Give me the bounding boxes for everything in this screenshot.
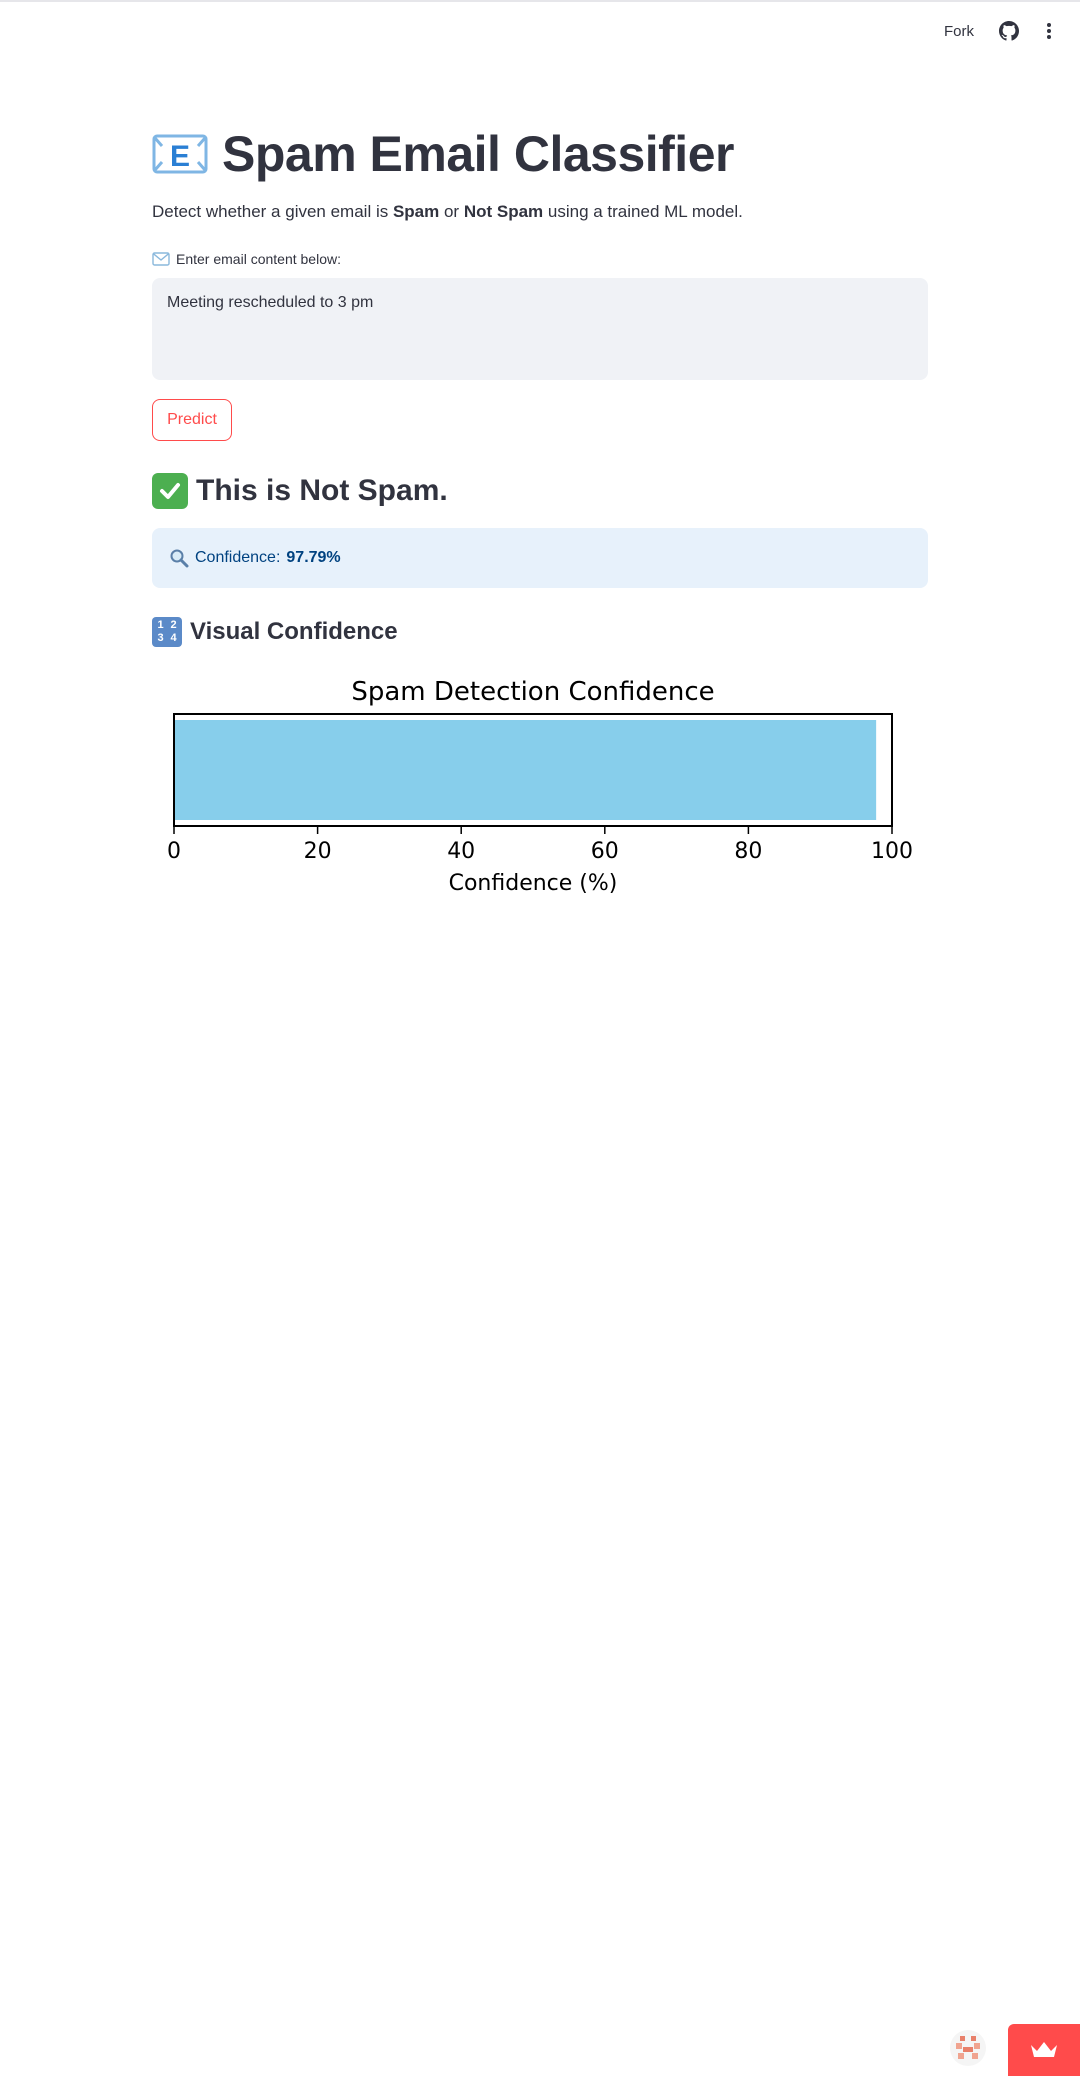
visual-confidence-title: Visual Confidence bbox=[190, 618, 398, 645]
visual-confidence-heading: 1234 Visual Confidence bbox=[152, 614, 398, 650]
top-border bbox=[0, 0, 1080, 2]
svg-text:E: E bbox=[170, 140, 190, 173]
prediction-result: This is Not Spam. bbox=[152, 470, 448, 512]
kebab-menu-icon[interactable] bbox=[1042, 20, 1056, 42]
x-tick-label: 60 bbox=[591, 839, 619, 864]
page-title-row: E Spam Email Classifier bbox=[152, 118, 734, 190]
spam-keyword: Spam bbox=[392, 202, 440, 221]
magnifier-icon bbox=[170, 549, 189, 568]
x-tick-label: 20 bbox=[304, 839, 332, 864]
x-axis-label: Confidence (%) bbox=[449, 871, 618, 896]
app-toolbar: Fork bbox=[944, 18, 1056, 44]
confidence-value: 97.79% bbox=[286, 549, 341, 566]
chart-title: Spam Detection Confidence bbox=[351, 677, 714, 707]
email-input-label-text: Enter email content below: bbox=[176, 251, 341, 267]
page-title: Spam Email Classifier bbox=[222, 126, 734, 182]
confidence-bar-chart: Spam Detection Confidence 0 20 40 60 80 100 Con… bbox=[167, 677, 913, 896]
chart-bar bbox=[174, 720, 877, 820]
envelope-e-icon: E bbox=[152, 134, 208, 174]
x-tick-label: 0 bbox=[167, 839, 181, 864]
x-tick-label: 40 bbox=[447, 839, 475, 864]
not-spam-keyword: Not Spam bbox=[463, 202, 544, 221]
streamlit-avatar-icon[interactable] bbox=[950, 2030, 986, 2066]
x-tick-label: 80 bbox=[734, 839, 762, 864]
github-icon[interactable] bbox=[998, 20, 1020, 42]
x-tick-label: 100 bbox=[871, 839, 913, 864]
confidence-info-box: Confidence: 97.79% bbox=[152, 528, 928, 588]
crown-icon bbox=[1031, 2042, 1057, 2057]
predict-button[interactable]: Predict bbox=[152, 399, 232, 441]
hosted-with-streamlit-badge[interactable] bbox=[1008, 2024, 1080, 2076]
page-description: Detect whether a given email is Spam or … bbox=[152, 202, 743, 221]
envelope-icon bbox=[152, 252, 170, 266]
check-mark-icon bbox=[152, 473, 188, 509]
prediction-result-text: This is Not Spam. bbox=[196, 474, 448, 507]
fork-button[interactable]: Fork bbox=[944, 23, 974, 40]
confidence-prefix: Confidence: bbox=[195, 549, 281, 566]
email-input-label: Enter email content below: bbox=[152, 251, 341, 267]
numbers-icon: 1234 bbox=[152, 617, 182, 647]
email-textarea-value: Meeting rescheduled to 3 pm bbox=[167, 294, 374, 311]
email-textarea[interactable]: Meeting rescheduled to 3 pm bbox=[152, 278, 928, 380]
